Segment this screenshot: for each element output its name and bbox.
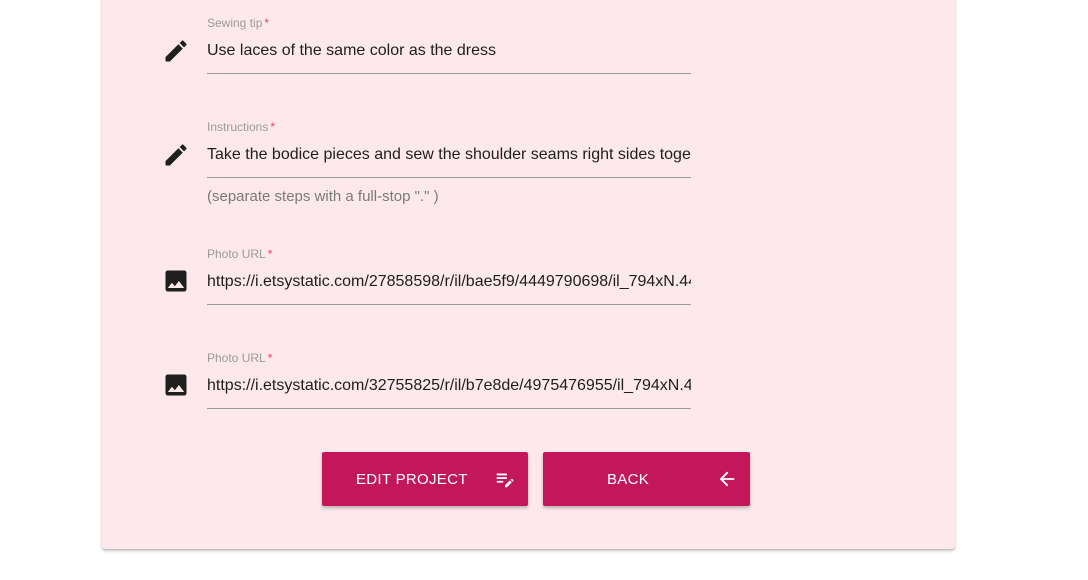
photo-url-underline-2 [207, 408, 691, 409]
back-label: BACK [607, 470, 650, 488]
photo-url-input-2[interactable] [207, 377, 691, 395]
photo-url-label-2: Photo URL * [207, 351, 273, 365]
required-mark: * [267, 351, 273, 365]
image-icon [162, 371, 190, 399]
edit-project-button[interactable]: EDIT PROJECT [322, 452, 528, 506]
back-button[interactable]: BACK [543, 452, 750, 506]
arrow-left-icon [716, 468, 738, 490]
edit-note-icon [494, 468, 516, 490]
photo-url-field-2: Photo URL * [162, 0, 692, 415]
edit-project-label: EDIT PROJECT [356, 470, 468, 488]
